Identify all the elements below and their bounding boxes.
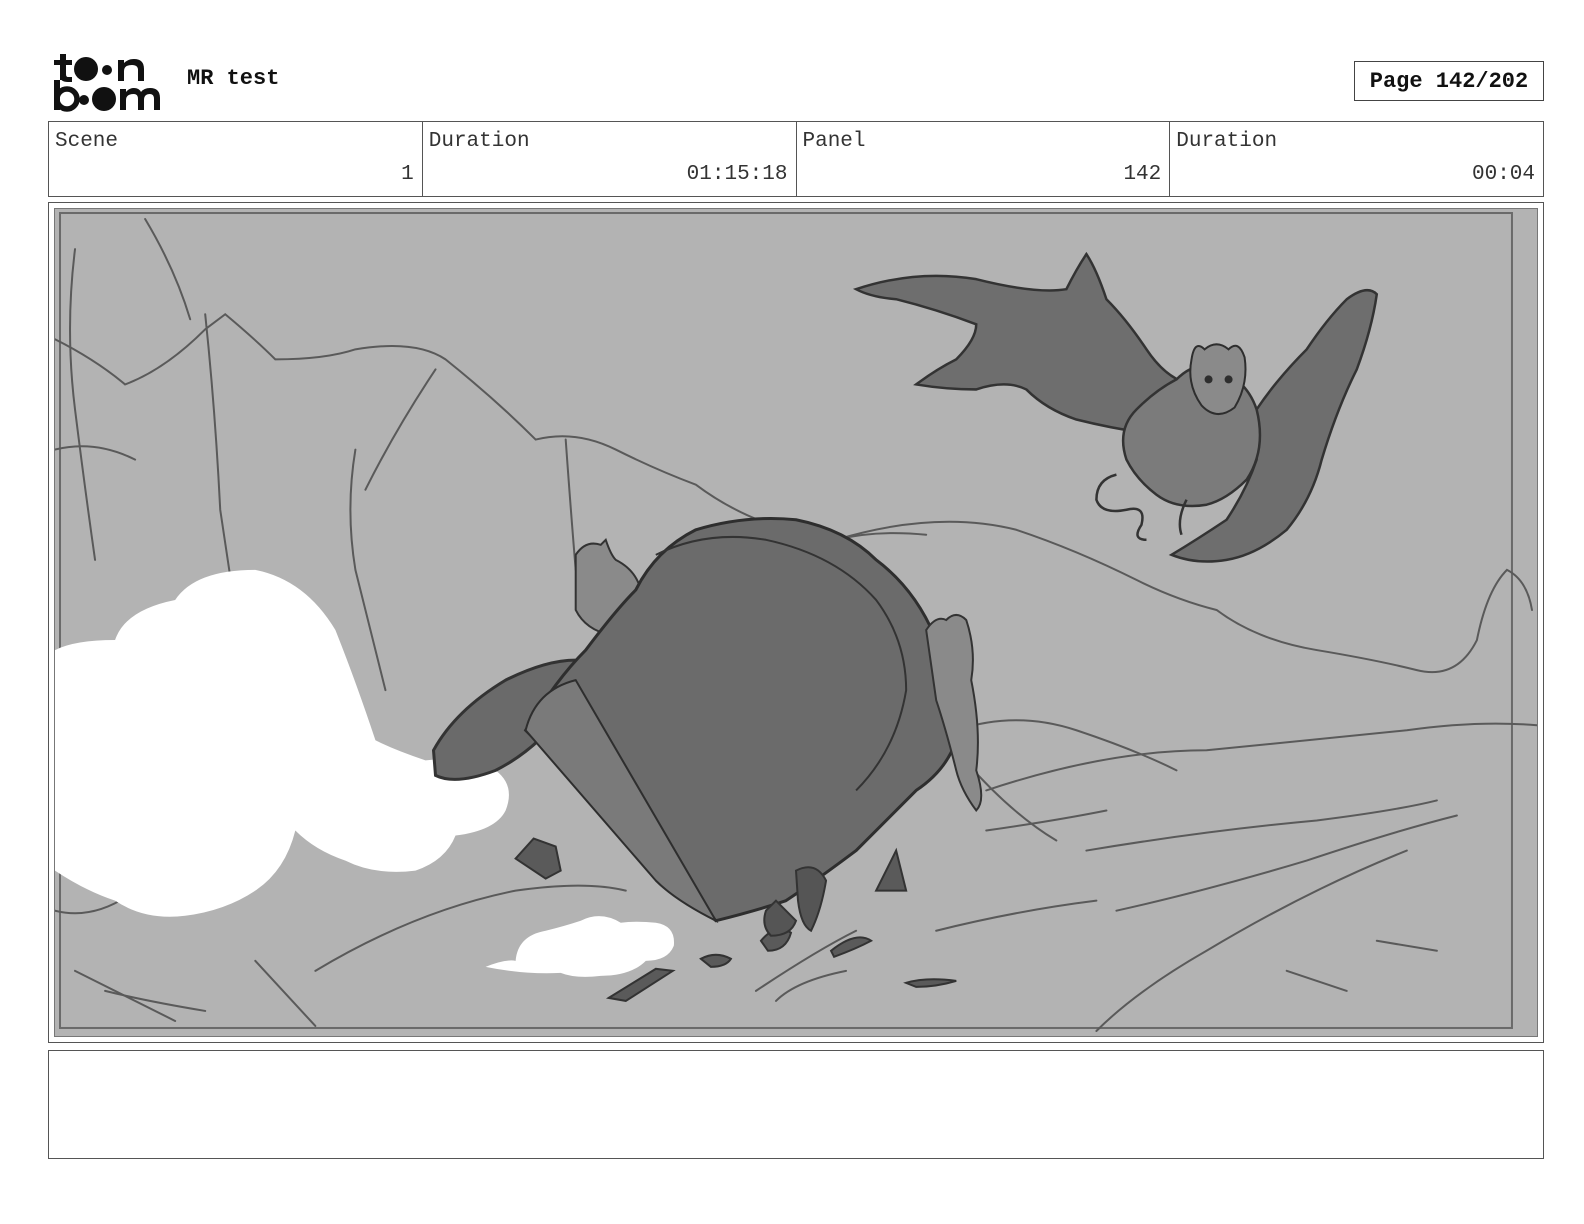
scene-cell: Scene 1 (49, 122, 423, 196)
toonboom-logo (52, 52, 164, 112)
panel-info-row: Scene 1 Duration 01:15:18 Panel 142 Dura… (48, 121, 1544, 197)
project-title: MR test (187, 66, 280, 91)
panel-label: Panel (802, 130, 866, 153)
panel-sketch (55, 209, 1537, 1036)
scene-duration-label: Duration (428, 130, 530, 153)
panel-image-area (54, 208, 1538, 1037)
panel-duration-label: Duration (1176, 130, 1278, 153)
scene-value: 1 (401, 163, 414, 186)
scene-duration-cell: Duration 01:15:18 (423, 122, 797, 196)
scene-label: Scene (55, 130, 119, 153)
panel-cell: Panel 142 (797, 122, 1171, 196)
panel-value: 142 (1123, 163, 1162, 186)
page-indicator-text: Page 142/202 (1369, 68, 1529, 94)
page-indicator: Page 142/202 (1354, 61, 1544, 101)
toonboom-logo-mark (54, 54, 160, 112)
panel-notes-box (48, 1050, 1544, 1159)
panel-duration-value: 00:04 (1471, 163, 1535, 186)
scene-duration-value: 01:15:18 (686, 163, 788, 186)
panel-duration-cell: Duration 00:04 (1170, 122, 1543, 196)
storyboard-panel (48, 202, 1544, 1043)
